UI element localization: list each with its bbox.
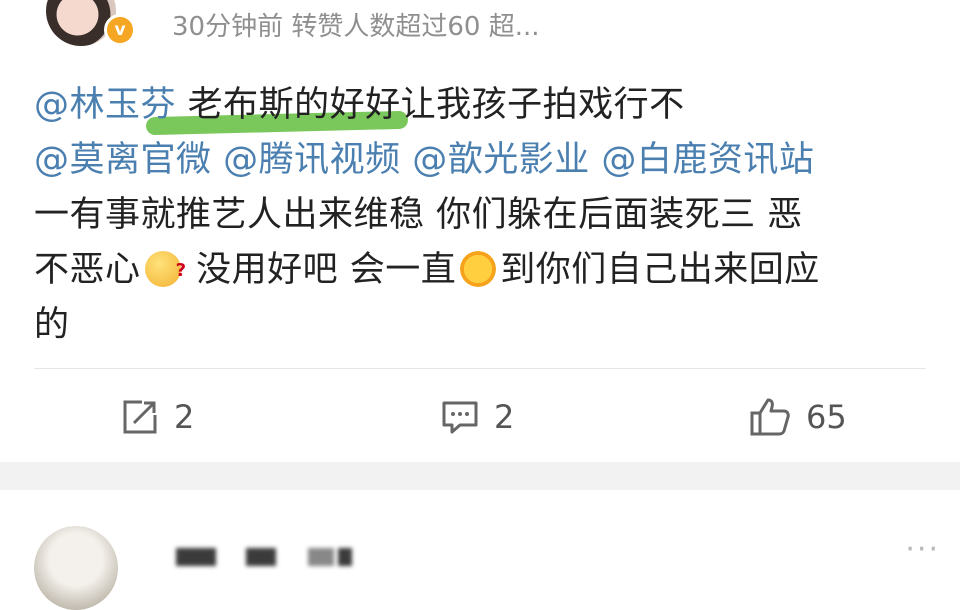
mention-link[interactable]: @林玉芬 [34,85,176,125]
blurred-username [176,548,216,566]
blurred-username [308,548,334,566]
blurred-username [338,548,352,566]
post-text: 一有事就推艺人出来维稳 你们躲在后面装死三 恶 [34,195,803,235]
repost-button[interactable]: 2 [120,382,194,452]
post-text: 的 [34,305,70,345]
content-line: @林玉芬 老布斯的好好让我孩子拍戏行不 [34,78,934,133]
verified-badge-icon: v [104,14,136,46]
post-meta: 30分钟前 转赞人数超过60 超... [172,12,540,42]
section-separator [0,462,960,490]
repost-count: 2 [174,398,195,436]
thinking-emoji-icon [144,243,187,298]
comment-button[interactable]: 2 [440,382,514,452]
like-count: 65 [806,398,847,436]
comment-count: 2 [494,398,515,436]
like-button[interactable]: 65 [748,382,847,452]
post-text: 老布斯的好好让我孩子拍戏行不 [176,85,685,125]
post-content: @林玉芬 老布斯的好好让我孩子拍戏行不 @莫离官微 @腾讯视频 @歆光影业 @白鹿… [34,78,934,353]
avatar[interactable] [34,526,118,610]
content-line: 一有事就推艺人出来维稳 你们躲在后面装死三 恶 [34,188,934,243]
post-text: 不恶心 [34,250,141,290]
sun-emoji-icon [460,251,497,287]
thumbs-up-icon [750,398,790,436]
action-bar: 2 2 65 [0,382,960,452]
more-options-icon[interactable]: ··· [905,532,940,567]
repost-icon [123,400,157,434]
content-line: 不恶心 没用好吧 会一直 到你们自己出来回应 [34,243,934,298]
mention-link[interactable]: @莫离官微 @腾讯视频 @歆光影业 @白鹿资讯站 [34,140,814,180]
comment-icon [442,401,478,434]
post-text: 没用好吧 会一直 [184,250,457,290]
content-line: @莫离官微 @腾讯视频 @歆光影业 @白鹿资讯站 [34,133,934,188]
post-text: 到你们自己出来回应 [500,250,820,290]
blurred-username [246,548,276,566]
content-line: 的 [34,298,934,353]
divider [34,368,926,369]
